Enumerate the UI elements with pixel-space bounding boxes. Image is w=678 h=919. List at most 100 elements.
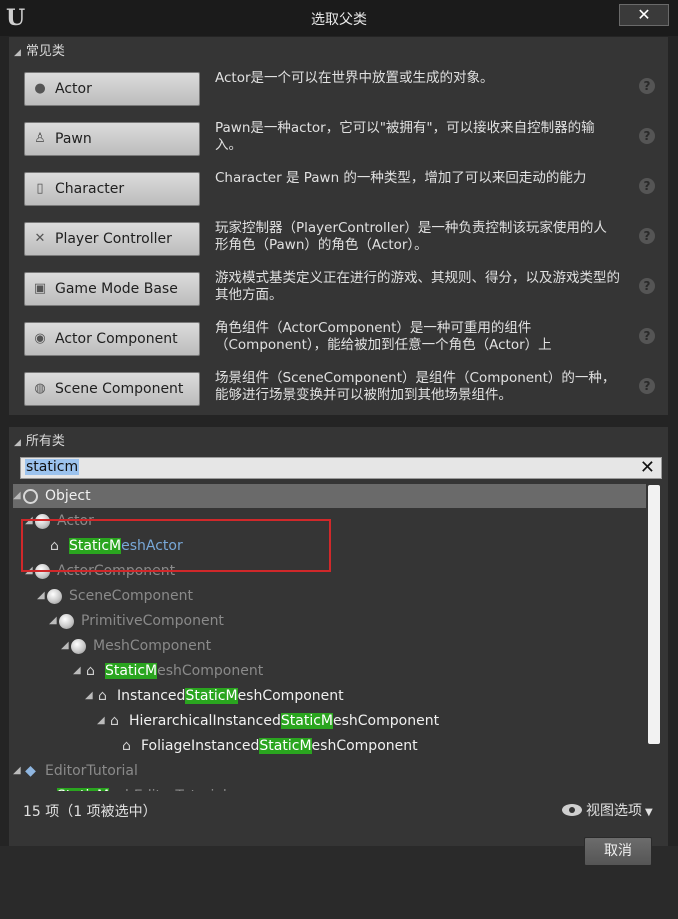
tree-item-label: InstancedStaticMeshComponent <box>117 684 344 708</box>
expand-arrow-icon[interactable]: ◢ <box>13 484 21 508</box>
search-match-highlight: StaticM <box>280 713 333 729</box>
class-search-input[interactable]: staticm ✕ <box>20 457 662 479</box>
tree-item[interactable]: ◢ SceneComponent <box>13 584 646 608</box>
cube-class-icon: ◆ <box>35 789 50 792</box>
help-icon[interactable]: ? <box>639 378 655 394</box>
search-match-highlight: StaticM <box>57 788 110 791</box>
label-suffix: eshEditorTutorial <box>109 788 227 791</box>
house-class-icon: ⌂ <box>110 713 119 729</box>
label-suffix: SceneComponent <box>69 588 193 604</box>
cube-class-icon: ◆ <box>25 763 36 779</box>
game-mode-icon: ▣ <box>33 281 47 296</box>
view-options-button[interactable]: 视图选项 ▼ <box>562 800 653 820</box>
tree-item[interactable]: ◢ ⌂ StaticMeshComponent <box>13 659 646 683</box>
class-button-scene-component[interactable]: ◍ Scene Component <box>24 372 200 406</box>
expand-arrow-icon[interactable]: ◢ <box>97 709 105 733</box>
class-button-label: Player Controller <box>55 231 172 247</box>
class-button-label: Game Mode Base <box>55 281 178 297</box>
common-class-row: ◍ Scene Component 场景组件（SceneComponent）是组件（… <box>9 370 668 412</box>
tree-item[interactable]: ◢ ⌂ InstancedStaticMeshComponent <box>13 684 646 708</box>
expand-arrow-icon[interactable]: ◢ <box>13 759 21 783</box>
expand-arrow-icon[interactable]: ◢ <box>49 609 57 633</box>
help-icon[interactable]: ? <box>639 328 655 344</box>
eye-icon <box>562 804 582 816</box>
tree-item[interactable]: ⌂ FoliageInstancedStaticMeshComponent <box>13 734 646 758</box>
collapse-triangle-icon: ◢ <box>14 48 21 58</box>
close-button[interactable]: ✕ <box>619 4 669 26</box>
label-prefix: HierarchicalInstanced <box>129 713 281 729</box>
all-classes-header[interactable]: ◢ 所有类 <box>14 430 65 449</box>
character-icon: ▯ <box>36 181 44 196</box>
tree-item[interactable]: ◆ StaticMeshEditorTutorial <box>13 784 646 791</box>
label-suffix: PrimitiveComponent <box>81 613 224 629</box>
expand-arrow-icon[interactable]: ◢ <box>85 684 93 708</box>
all-classes-title: 所有类 <box>25 434 65 449</box>
tree-item-label: FoliageInstancedStaticMeshComponent <box>141 734 418 758</box>
expand-arrow-icon[interactable]: ◢ <box>73 659 81 683</box>
common-class-row: ▣ Game Mode Base 游戏模式基类定义正在进行的游戏、其规则、得分，以及… <box>9 270 668 312</box>
all-classes-panel: ◢ 所有类 staticm ✕ ◢ Object ◢ Actor ⌂ StaticMeshA… <box>9 427 668 846</box>
label-suffix: MeshComponent <box>93 638 212 654</box>
label-prefix: FoliageInstanced <box>141 738 260 754</box>
tree-item[interactable]: ◢ ◆ EditorTutorial <box>13 759 646 783</box>
label-prefix: Instanced <box>117 688 186 704</box>
tree-item-label: EditorTutorial <box>45 759 138 783</box>
label-suffix: Object <box>45 488 91 504</box>
search-value: staticm <box>25 459 80 475</box>
common-classes-header[interactable]: ◢ 常见类 <box>14 40 65 59</box>
house-class-icon: ⌂ <box>86 663 95 679</box>
player-controller-icon: ✕ <box>34 231 46 246</box>
pawn-icon: ♙ <box>34 131 46 146</box>
common-class-row: ✕ Player Controller 玩家控制器（PlayerController… <box>9 220 668 262</box>
class-description: Pawn是一种actor，它可以"被拥有"，可以接收来自控制器的输入。 <box>215 120 595 153</box>
class-button-label: Actor <box>55 81 92 97</box>
help-icon[interactable]: ? <box>639 278 655 294</box>
common-classes-panel: ◢ 常见类 ● Actor Actor是一个可以在世界中放置或生成的对象。? ♙ Pawn… <box>9 37 668 415</box>
help-icon[interactable]: ? <box>639 228 655 244</box>
title-bar: U 选取父类 ✕ <box>0 0 678 36</box>
class-button-player-controller[interactable]: ✕ Player Controller <box>24 222 200 256</box>
class-description: 场景组件（SceneComponent）是组件（Component）的一种，能够… <box>215 370 616 403</box>
ball-class-icon <box>59 614 74 629</box>
class-button-actor-component[interactable]: ◉ Actor Component <box>24 322 200 356</box>
label-suffix: eshComponent <box>333 713 440 729</box>
tree-item-label: MeshComponent <box>93 634 211 658</box>
class-button-game-mode-base[interactable]: ▣ Game Mode Base <box>24 272 200 306</box>
search-match-highlight: StaticM <box>105 663 158 679</box>
tree-scrollbar[interactable] <box>648 485 660 744</box>
help-icon[interactable]: ? <box>639 178 655 194</box>
tree-item-label: PrimitiveComponent <box>81 609 224 633</box>
class-button-pawn[interactable]: ♙ Pawn <box>24 122 200 156</box>
help-icon[interactable]: ? <box>639 128 655 144</box>
common-class-row: ● Actor Actor是一个可以在世界中放置或生成的对象。? <box>9 70 668 112</box>
label-suffix: eshComponent <box>311 738 418 754</box>
cancel-button[interactable]: 取消 <box>584 837 652 866</box>
dropdown-arrow-icon: ▼ <box>645 807 653 818</box>
common-class-row: ♙ Pawn Pawn是一种actor，它可以"被拥有"，可以接收来自控制器的输入。… <box>9 120 668 162</box>
label-suffix: EditorTutorial <box>45 763 138 779</box>
circle-class-icon <box>23 489 38 504</box>
class-button-label: Actor Component <box>55 331 178 347</box>
dialog-footer <box>0 846 678 919</box>
common-class-row: ◉ Actor Component 角色组件（ActorComponent）是一种可… <box>9 320 668 362</box>
search-match-highlight: StaticM <box>259 738 312 754</box>
class-button-label: Pawn <box>55 131 92 147</box>
class-description: Character 是 Pawn 的一种类型，增加了可以来回走动的能力 <box>215 170 587 186</box>
help-icon[interactable]: ? <box>639 78 655 94</box>
tree-item[interactable]: ◢ ⌂ HierarchicalInstancedStaticMeshCompone… <box>13 709 646 733</box>
tree-item-label: StaticMeshComponent <box>105 659 263 683</box>
view-options-label: 视图选项 <box>586 803 642 819</box>
actor-sphere-icon: ● <box>34 81 46 96</box>
expand-arrow-icon[interactable]: ◢ <box>37 584 45 608</box>
class-description: Actor是一个可以在世界中放置或生成的对象。 <box>215 70 494 86</box>
class-description: 游戏模式基类定义正在进行的游戏、其规则、得分，以及游戏类型的其他方面。 <box>215 270 620 303</box>
clear-search-icon[interactable]: ✕ <box>640 457 655 478</box>
tree-item[interactable]: ◢ PrimitiveComponent <box>13 609 646 633</box>
search-match-highlight: StaticM <box>185 688 238 704</box>
class-button-actor[interactable]: ● Actor <box>24 72 200 106</box>
tree-item[interactable]: ◢ Object <box>13 484 646 508</box>
class-button-character[interactable]: ▯ Character <box>24 172 200 206</box>
expand-arrow-icon[interactable]: ◢ <box>61 634 69 658</box>
tree-item-label: HierarchicalInstancedStaticMeshComponent <box>129 709 439 733</box>
tree-item[interactable]: ◢ MeshComponent <box>13 634 646 658</box>
